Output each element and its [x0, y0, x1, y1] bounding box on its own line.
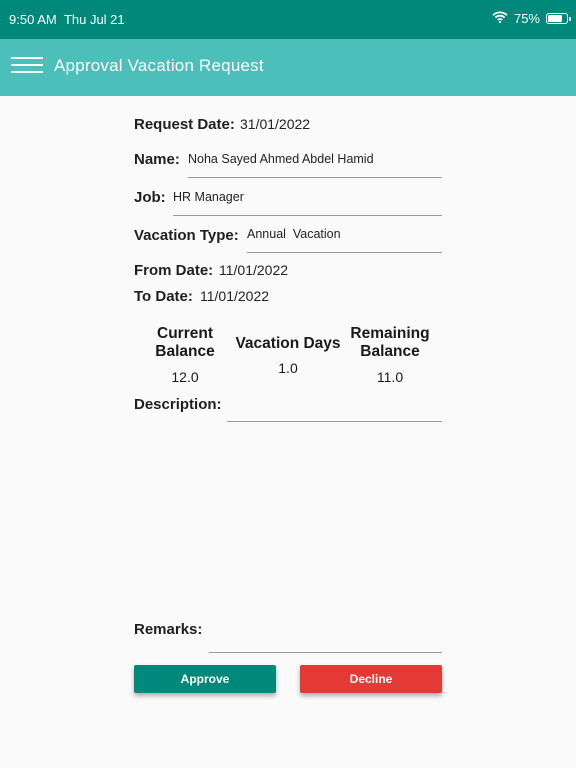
app-bar: Approval Vacation Request — [0, 39, 576, 96]
wifi-icon — [492, 11, 508, 26]
to-date-value: 11/01/2022 — [200, 288, 270, 304]
name-field-underline — [188, 177, 442, 178]
current-balance-label: Current Balance — [130, 325, 240, 361]
from-date-value: 11/01/2022 — [219, 262, 289, 278]
request-date-value: 31/01/2022 — [240, 116, 311, 132]
vacation-days-value: 1.0 — [278, 360, 298, 376]
approve-button[interactable]: Approve — [134, 665, 276, 693]
remaining-balance-label-line2: Balance — [360, 343, 420, 360]
from-date-label: From Date: — [134, 262, 214, 279]
vacation-days-label: Vacation Days — [235, 335, 341, 352]
job-value: HR Manager — [173, 190, 244, 204]
vacation-type-value: Annual Vacation — [247, 227, 341, 241]
vacation-type-label: Vacation Type: — [134, 227, 239, 244]
remarks-underline — [209, 652, 442, 653]
status-time-text: 9:50 AM — [9, 12, 57, 27]
battery-percent: 75% — [513, 11, 540, 26]
job-field-underline — [173, 215, 442, 216]
remarks-label: Remarks: — [134, 621, 203, 638]
description-label: Description: — [134, 396, 222, 413]
remaining-balance-label-line1: Remaining — [350, 325, 430, 342]
remaining-balance-value: 11.0 — [376, 369, 404, 385]
to-date-label: To Date: — [134, 288, 193, 305]
current-balance-label-line2: Balance — [155, 343, 215, 360]
battery-fill — [548, 15, 562, 22]
status-right: 75% — [492, 11, 571, 26]
decline-button[interactable]: Decline — [300, 665, 442, 693]
page-title: Approval Vacation Request — [54, 56, 264, 75]
status-date-text: Thu Jul 21 — [63, 12, 125, 27]
remarks-input[interactable] — [209, 626, 442, 650]
job-label: Job: — [134, 189, 166, 206]
current-balance-value: 12.0 — [171, 369, 199, 385]
current-balance-label-line1: Current — [157, 325, 213, 342]
menu-icon[interactable] — [11, 57, 43, 77]
name-label: Name: — [134, 151, 180, 168]
status-bar: 9:50 AM Thu Jul 21 75% — [0, 0, 576, 39]
description-underline — [227, 421, 442, 422]
vacation-type-underline — [247, 252, 442, 253]
request-date-label: Request Date: — [134, 116, 235, 133]
name-value: Noha Sayed Ahmed Abdel Hamid — [188, 152, 374, 166]
status-time: 9:50 AM Thu Jul 21 — [9, 12, 125, 27]
remaining-balance-label: Remaining Balance — [335, 325, 445, 361]
battery-icon — [546, 13, 571, 24]
description-input[interactable] — [227, 398, 442, 420]
